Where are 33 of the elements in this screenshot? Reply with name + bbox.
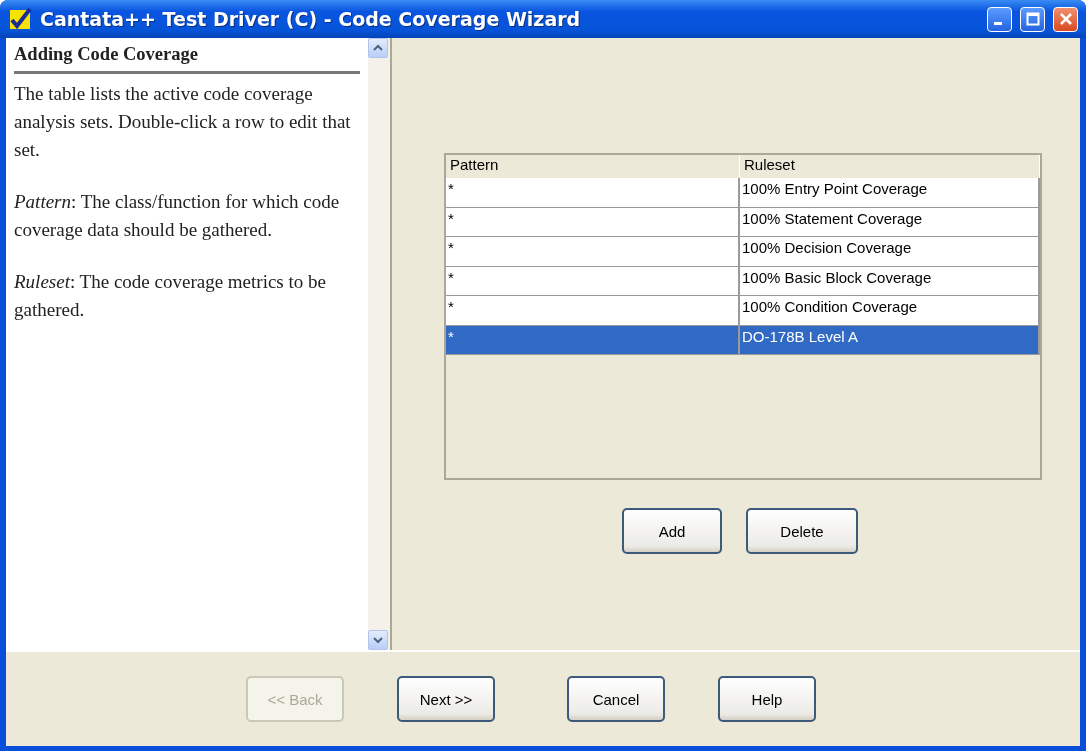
minimize-icon xyxy=(993,21,1002,25)
ruleset-cell: 100% Entry Point Coverage xyxy=(740,178,1040,207)
close-button[interactable] xyxy=(1053,6,1078,32)
ruleset-cell: 100% Decision Coverage xyxy=(740,237,1040,266)
add-button[interactable]: Add xyxy=(622,508,722,554)
minimize-button[interactable] xyxy=(987,6,1012,32)
pattern-cell: * xyxy=(446,296,740,325)
window-title: Cantata++ Test Driver (C) - Code Coverage Wizard xyxy=(40,8,582,30)
table-row[interactable]: * 100% Statement Coverage xyxy=(446,207,1040,237)
ruleset-cell: 100% Condition Coverage xyxy=(740,296,1040,325)
help-paragraph: Pattern: The class/function for which code coverage data should be gathered. xyxy=(14,190,341,242)
help-paragraph: The table lists the active code coverage analysis sets. Double-click a row to edit that set. xyxy=(14,82,352,162)
cancel-button[interactable]: Cancel xyxy=(567,676,665,722)
close-icon xyxy=(1058,12,1073,26)
maximize-button[interactable] xyxy=(1020,6,1045,32)
scroll-down-button[interactable] xyxy=(368,630,388,650)
table-row[interactable]: * 100% Entry Point Coverage xyxy=(446,178,1040,208)
table-row[interactable]: * 100% Basic Block Coverage xyxy=(446,266,1040,296)
pattern-cell: * xyxy=(446,237,740,266)
help-button[interactable]: Help xyxy=(718,676,816,722)
table-row[interactable]: * DO-178B Level A xyxy=(446,325,1040,355)
maximize-icon xyxy=(1025,12,1040,26)
table-row[interactable]: * 100% Condition Coverage xyxy=(446,296,1040,326)
help-heading: Adding Code Coverage xyxy=(14,44,360,74)
pattern-cell: * xyxy=(446,325,740,354)
ruleset-cell: DO-178B Level A xyxy=(740,325,1040,354)
pattern-cell: * xyxy=(446,178,740,207)
table-row[interactable]: * 100% Decision Coverage xyxy=(446,237,1040,267)
delete-button[interactable]: Delete xyxy=(746,508,858,554)
next-button[interactable]: Next >> xyxy=(397,676,495,722)
app-icon xyxy=(10,8,32,30)
scroll-up-button[interactable] xyxy=(368,38,388,58)
help-paragraph: Ruleset: The code coverage metrics to be gathered. xyxy=(14,270,327,322)
